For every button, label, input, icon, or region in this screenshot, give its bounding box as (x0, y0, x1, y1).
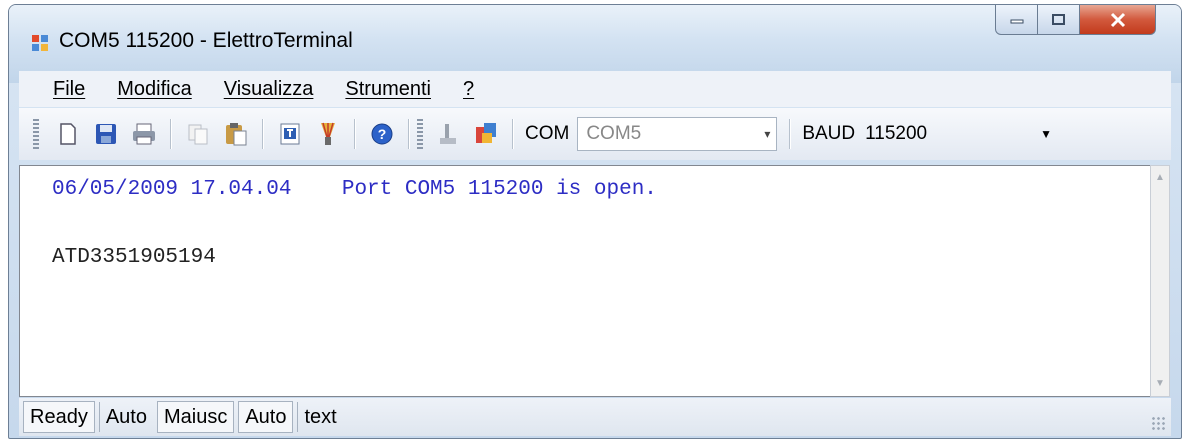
menu-visualizza[interactable]: Visualizza (224, 78, 314, 101)
status-auto-1: Auto (98, 402, 153, 432)
terminal-line: 06/05/2009 17.04.04 Port COM5 115200 is … (52, 178, 657, 201)
status-bar: Ready Auto Maiusc Auto text (19, 398, 1171, 436)
baud-rate-select[interactable]: 115200 ▼ (859, 117, 1055, 151)
maximize-icon (1051, 13, 1065, 25)
menu-modifica[interactable]: Modifica (117, 78, 191, 101)
status-auto-2: Auto (238, 401, 294, 433)
app-window-icon (32, 35, 48, 51)
menu-help[interactable]: ? (463, 78, 474, 101)
disconnect-button[interactable] (472, 120, 500, 148)
copy-button[interactable] (184, 120, 212, 148)
scroll-down-icon[interactable]: ▼ (1151, 374, 1169, 394)
menu-bar: File Modifica Visualizza Strumenti ? (19, 71, 1171, 107)
toolbar-separator (512, 119, 514, 149)
chevron-down-icon[interactable]: ▾ (758, 127, 776, 141)
vertical-scrollbar[interactable]: ▲ ▼ (1150, 165, 1170, 397)
toolbar-separator (170, 119, 172, 149)
brush-icon (321, 122, 335, 145)
com-port-value: COM5 (586, 123, 642, 144)
status-ready: Ready (23, 401, 95, 433)
brush-button[interactable] (314, 120, 342, 148)
help-icon: ? (371, 123, 393, 145)
save-icon (96, 124, 116, 144)
save-button[interactable] (92, 120, 120, 148)
status-text: text (297, 402, 342, 432)
baud-label: BAUD (802, 123, 856, 144)
app-window: COM5 115200 - ElettroTerminal File Modif… (8, 4, 1182, 439)
print-button[interactable] (130, 120, 158, 148)
minimize-icon (1010, 19, 1023, 23)
paste-icon (226, 123, 247, 146)
status-maiusc: Maiusc (156, 401, 235, 433)
menu-strumenti[interactable]: Strumenti (345, 78, 431, 101)
text-icon (280, 123, 300, 145)
text-button[interactable] (276, 120, 304, 148)
maximize-button[interactable] (1038, 5, 1080, 35)
connect-button[interactable] (434, 120, 462, 148)
minimize-button[interactable] (995, 5, 1038, 35)
toolbar-separator (262, 119, 264, 149)
print-icon (133, 123, 155, 145)
menu-file[interactable]: File (53, 78, 85, 101)
paste-button[interactable] (222, 120, 250, 148)
com-label: COM (525, 123, 570, 144)
new-file-icon (60, 123, 76, 145)
disconnect-icon (476, 123, 496, 143)
close-button[interactable] (1080, 5, 1156, 35)
terminal-output[interactable]: 06/05/2009 17.04.04 Port COM5 115200 is … (19, 165, 1159, 397)
help-button[interactable]: ? (368, 120, 396, 148)
terminal-line: ATD3351905194 (52, 246, 216, 269)
toolbar-separator (789, 119, 792, 149)
new-file-button[interactable] (54, 120, 82, 148)
resize-grip-icon[interactable] (1151, 416, 1165, 430)
svg-text:?: ? (378, 126, 387, 142)
baud-rate-value: 115200 (865, 123, 928, 144)
toolbar-separator (354, 119, 356, 149)
toolbar-grip[interactable] (33, 119, 39, 149)
connect-icon (440, 124, 456, 144)
com-port-select[interactable]: COM5 ▾ (577, 117, 778, 151)
toolbar: ? COM COM5 ▾ BAUD 115200 ▼ (19, 108, 1171, 160)
toolbar-grip[interactable] (417, 119, 423, 149)
scroll-up-icon[interactable]: ▲ (1151, 168, 1169, 188)
copy-icon (188, 124, 208, 145)
toolbar-separator (408, 119, 410, 149)
chevron-down-icon[interactable]: ▼ (1037, 127, 1055, 141)
close-icon (1110, 12, 1125, 27)
window-title: COM5 115200 - ElettroTerminal (59, 29, 353, 52)
